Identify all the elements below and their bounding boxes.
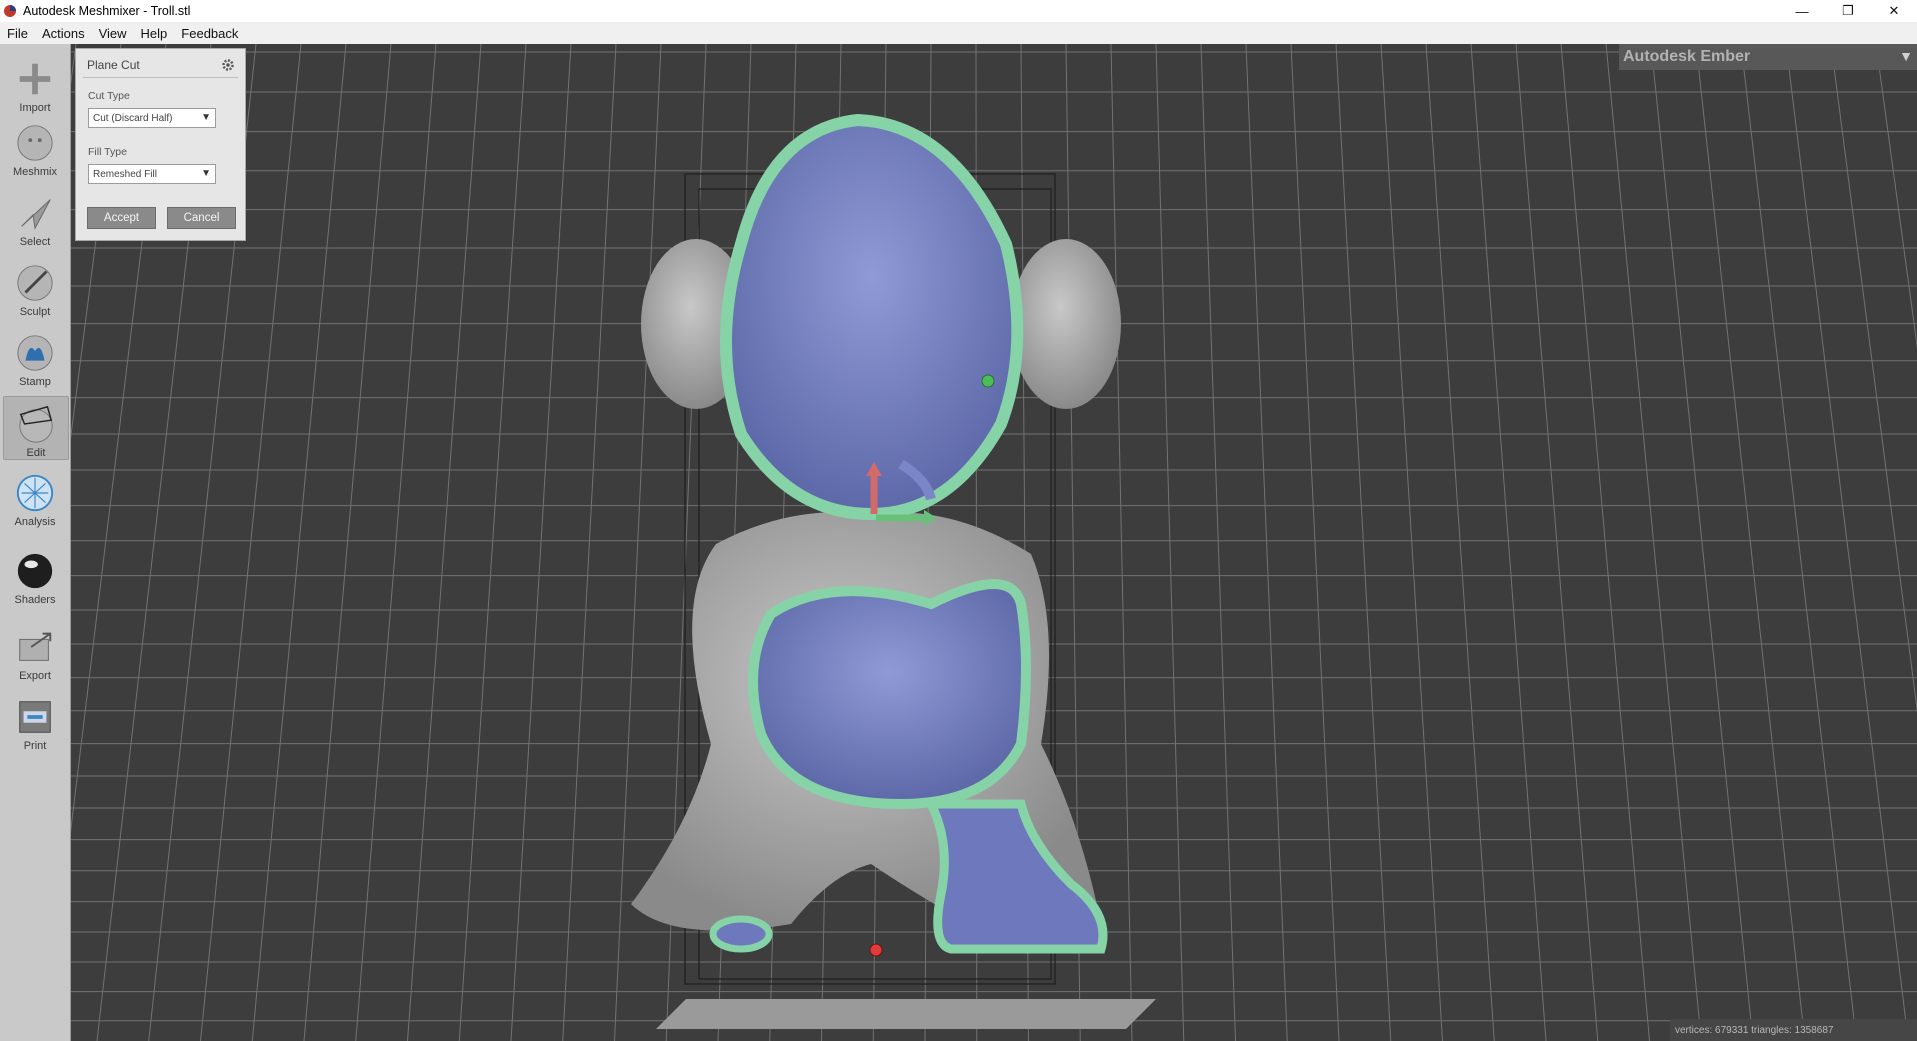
- troll-right-ear: [1011, 239, 1121, 409]
- window-title: Autodesk Meshmixer - Troll.stl: [23, 4, 191, 18]
- tool-select[interactable]: Select: [3, 186, 67, 248]
- tool-meshmix[interactable]: Meshmix: [3, 116, 67, 178]
- tool-import[interactable]: Import: [3, 52, 67, 114]
- tool-export[interactable]: Export: [3, 620, 67, 682]
- print-icon: [19, 701, 51, 733]
- menu-feedback[interactable]: Feedback: [174, 26, 245, 41]
- fill-type-value: Remeshed Fill: [93, 168, 157, 180]
- close-button[interactable]: ✕: [1871, 0, 1917, 22]
- restore-button[interactable]: ❐: [1825, 0, 1871, 22]
- stamp-icon: [17, 335, 53, 371]
- tool-stamp[interactable]: Stamp: [3, 326, 67, 388]
- cancel-button[interactable]: Cancel: [167, 207, 236, 229]
- menu-view[interactable]: View: [92, 26, 134, 41]
- accept-button[interactable]: Accept: [87, 207, 156, 229]
- 3d-viewport[interactable]: [71, 44, 1917, 1041]
- panel-divider: [83, 77, 238, 78]
- menu-actions[interactable]: Actions: [35, 26, 92, 41]
- chevron-down-icon: ▼: [201, 168, 211, 179]
- base-plate: [656, 999, 1156, 1029]
- menu-help[interactable]: Help: [134, 26, 175, 41]
- analysis-icon: [16, 474, 54, 512]
- sculpt-icon: [17, 265, 53, 301]
- edit-icon: [19, 405, 53, 443]
- autodesk-ember-panel[interactable]: Autodesk Ember ▼: [1619, 44, 1917, 70]
- plane-cut-panel: Plane Cut Cut Type Cut (Discard Half) ▼ …: [75, 48, 246, 241]
- left-toolbar: Import Meshmix Select Sculpt Stamp Edit: [0, 44, 71, 1041]
- cut-type-select[interactable]: Cut (Discard Half) ▼: [88, 108, 216, 128]
- chevron-down-icon: ▼: [201, 112, 211, 123]
- minimize-button[interactable]: —: [1779, 0, 1825, 22]
- fill-type-select[interactable]: Remeshed Fill ▼: [88, 164, 216, 184]
- title-bar: Autodesk Meshmixer - Troll.stl — ❐ ✕: [0, 0, 1917, 22]
- import-icon: [19, 63, 51, 95]
- shaders-icon: [17, 553, 53, 589]
- tool-analysis[interactable]: Analysis: [3, 466, 67, 528]
- cut-region-belly: [748, 579, 1031, 810]
- cut-region-foot: [709, 915, 773, 953]
- menu-file[interactable]: File: [0, 26, 35, 41]
- app-logo-icon: [4, 5, 16, 17]
- cut-region-head: [720, 113, 1024, 521]
- tool-shaders[interactable]: Shaders: [3, 544, 67, 606]
- tool-sculpt[interactable]: Sculpt: [3, 256, 67, 318]
- meshmix-icon: [17, 125, 53, 161]
- menu-bar: File Actions View Help Feedback: [0, 22, 1917, 44]
- export-icon: [19, 632, 52, 661]
- panel-title: Plane Cut: [87, 58, 140, 72]
- tool-edit[interactable]: Edit: [3, 396, 69, 460]
- ember-title: Autodesk Ember: [1623, 48, 1751, 65]
- gear-icon[interactable]: [221, 58, 235, 72]
- cut-type-label: Cut Type: [88, 90, 130, 102]
- cut-type-value: Cut (Discard Half): [93, 112, 173, 124]
- fill-type-label: Fill Type: [88, 146, 127, 158]
- select-icon: [21, 199, 51, 230]
- tool-print[interactable]: Print: [3, 690, 67, 752]
- mesh-stats: vertices: 679331 triangles: 1358687: [1670, 1019, 1917, 1041]
- collapse-icon[interactable]: ▼: [1899, 48, 1913, 64]
